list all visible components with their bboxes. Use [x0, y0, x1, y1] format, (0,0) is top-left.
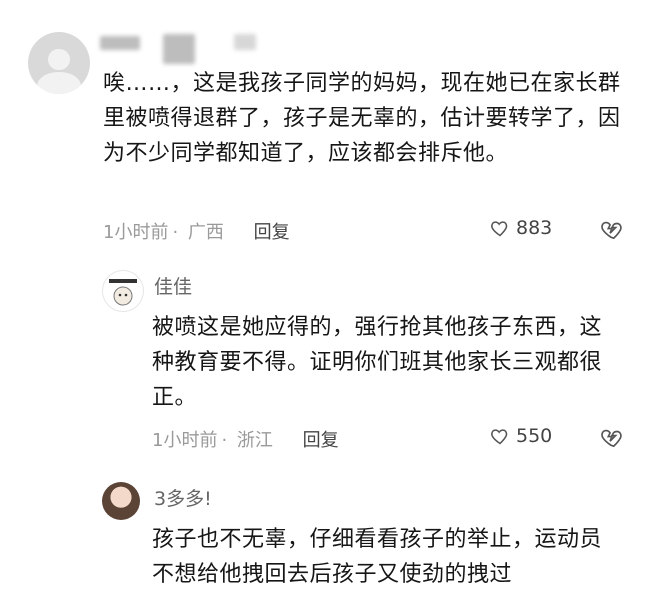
cat-avatar-icon[interactable] [102, 270, 144, 312]
dislike-icon[interactable] [600, 426, 622, 448]
comment-time: 1小时前 [152, 430, 218, 451]
comment-text: 唉……，这是我孩子同学的妈妈，现在她已在家长群里被喷得退群了，孩子是无辜的，估计… [103, 71, 621, 166]
comment-2: 佳佳 被喷这是她应得的，强行抢其他孩子东西，这种教育要不得。证明你们班其他家长三… [0, 260, 660, 460]
comment-3: 3多多! 孩子也不无辜，仔细看看孩子的举止，运动员不想给他拽回去后孩子又使劲的拽… [0, 470, 660, 590]
comment-meta: 1小时前 · 广西 回复 [103, 222, 290, 243]
like-count: 883 [516, 217, 553, 239]
heart-icon [491, 221, 508, 237]
comment-text: 孩子也不无辜，仔细看看孩子的举止，运动员不想给他拽回去后孩子又使劲的拽过 [152, 527, 603, 587]
comment-location: 浙江 [236, 430, 273, 451]
dislike-icon[interactable] [600, 218, 622, 240]
reply-button[interactable]: 回复 [254, 222, 290, 243]
comment-1: 唉……，这是我孩子同学的妈妈，现在她已在家长群里被喷得退群了，孩子是无辜的，估计… [0, 0, 660, 260]
photo-avatar-icon[interactable] [102, 482, 140, 520]
comment-meta: 1小时前 · 浙江 回复 [152, 430, 339, 451]
comment-location: 广西 [187, 222, 224, 243]
like-button[interactable]: 883 [490, 217, 552, 239]
username[interactable]: 佳佳 [154, 274, 192, 300]
heart-icon [491, 429, 508, 445]
like-button[interactable]: 550 [490, 425, 552, 447]
like-count: 550 [516, 425, 553, 447]
comment-text: 被喷这是她应得的，强行抢其他孩子东西，这种教育要不得。证明你们班其他家长三观都很… [152, 315, 603, 410]
username[interactable]: 3多多! [154, 486, 212, 512]
default-user-icon[interactable] [28, 32, 90, 94]
reply-button[interactable]: 回复 [303, 430, 339, 451]
comment-time: 1小时前 [103, 222, 169, 243]
